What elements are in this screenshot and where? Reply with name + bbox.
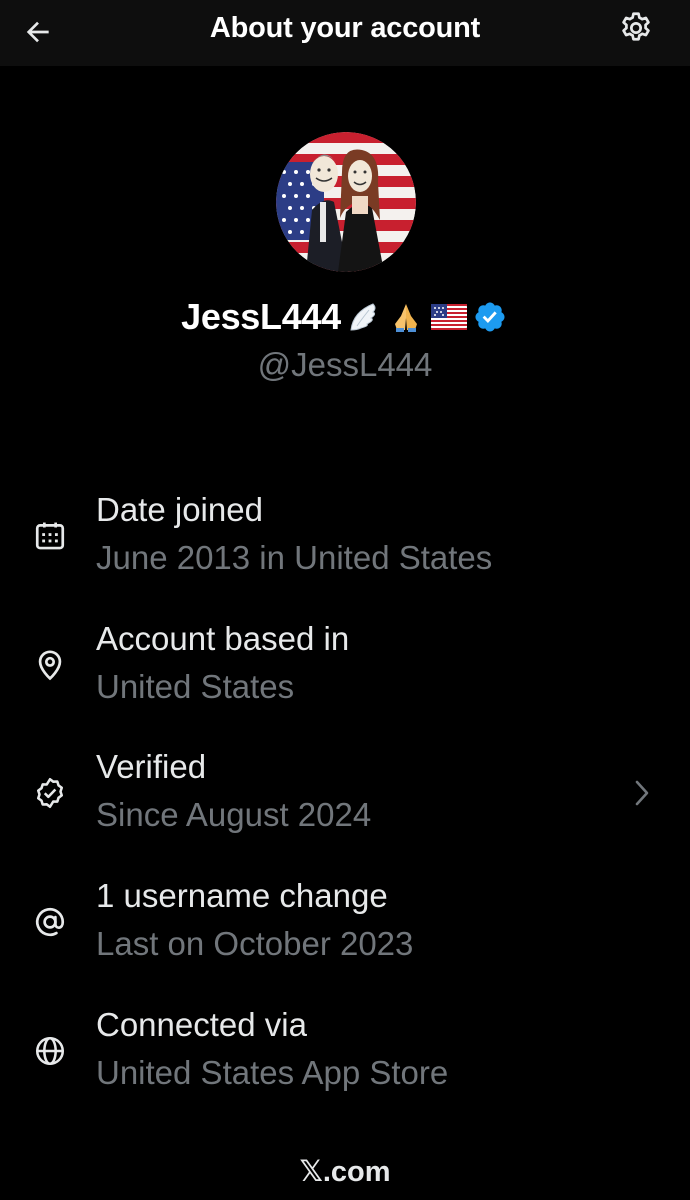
x-logo-icon: 𝕏	[299, 1154, 323, 1188]
info-username-change: 1 username change Last on October 2023	[0, 872, 690, 982]
info-title: Connected via	[96, 1006, 307, 1043]
info-value: June 2013 in United States	[96, 539, 493, 576]
info-value: Since August 2024	[96, 796, 372, 833]
chevron-right-icon[interactable]	[626, 773, 656, 813]
info-title: Account based in	[96, 620, 350, 657]
calendar-icon	[30, 516, 70, 556]
info-connected-via: Connected via United States App Store	[0, 1001, 690, 1111]
us-flag-emoji-icon	[430, 299, 467, 335]
folded-hands-emoji-icon	[389, 299, 425, 335]
info-date-joined: Date joined June 2013 in United States	[0, 486, 690, 596]
info-value: United States	[96, 668, 295, 705]
wing-emoji-icon	[347, 299, 383, 335]
name-row: JessL444	[0, 296, 690, 338]
footer-brand-text: .com	[322, 1156, 391, 1188]
verified-badge-icon	[30, 773, 70, 813]
location-pin-icon	[30, 645, 70, 685]
username-handle: @JessL444	[257, 346, 433, 383]
footer-brand: 𝕏.com	[0, 1154, 690, 1189]
info-value: Last on October 2023	[96, 925, 414, 962]
info-title: Date joined	[96, 491, 263, 528]
display-name: JessL444	[181, 296, 341, 337]
info-account-based-in: Account based in United States	[0, 615, 690, 725]
info-value: United States App Store	[96, 1054, 449, 1091]
info-title: 1 username change	[96, 877, 388, 914]
info-title: Verified	[96, 748, 207, 785]
gear-icon	[622, 12, 650, 41]
top-bar: About your account	[0, 0, 690, 66]
avatar[interactable]	[276, 132, 416, 272]
page-title: About your account	[209, 12, 481, 44]
settings-button[interactable]	[614, 6, 658, 50]
info-verified[interactable]: Verified Since August 2024	[0, 743, 690, 853]
globe-icon	[30, 1031, 70, 1071]
at-sign-icon	[30, 902, 70, 942]
verified-checkmark-icon[interactable]	[473, 299, 509, 335]
avatar-image	[276, 132, 416, 272]
